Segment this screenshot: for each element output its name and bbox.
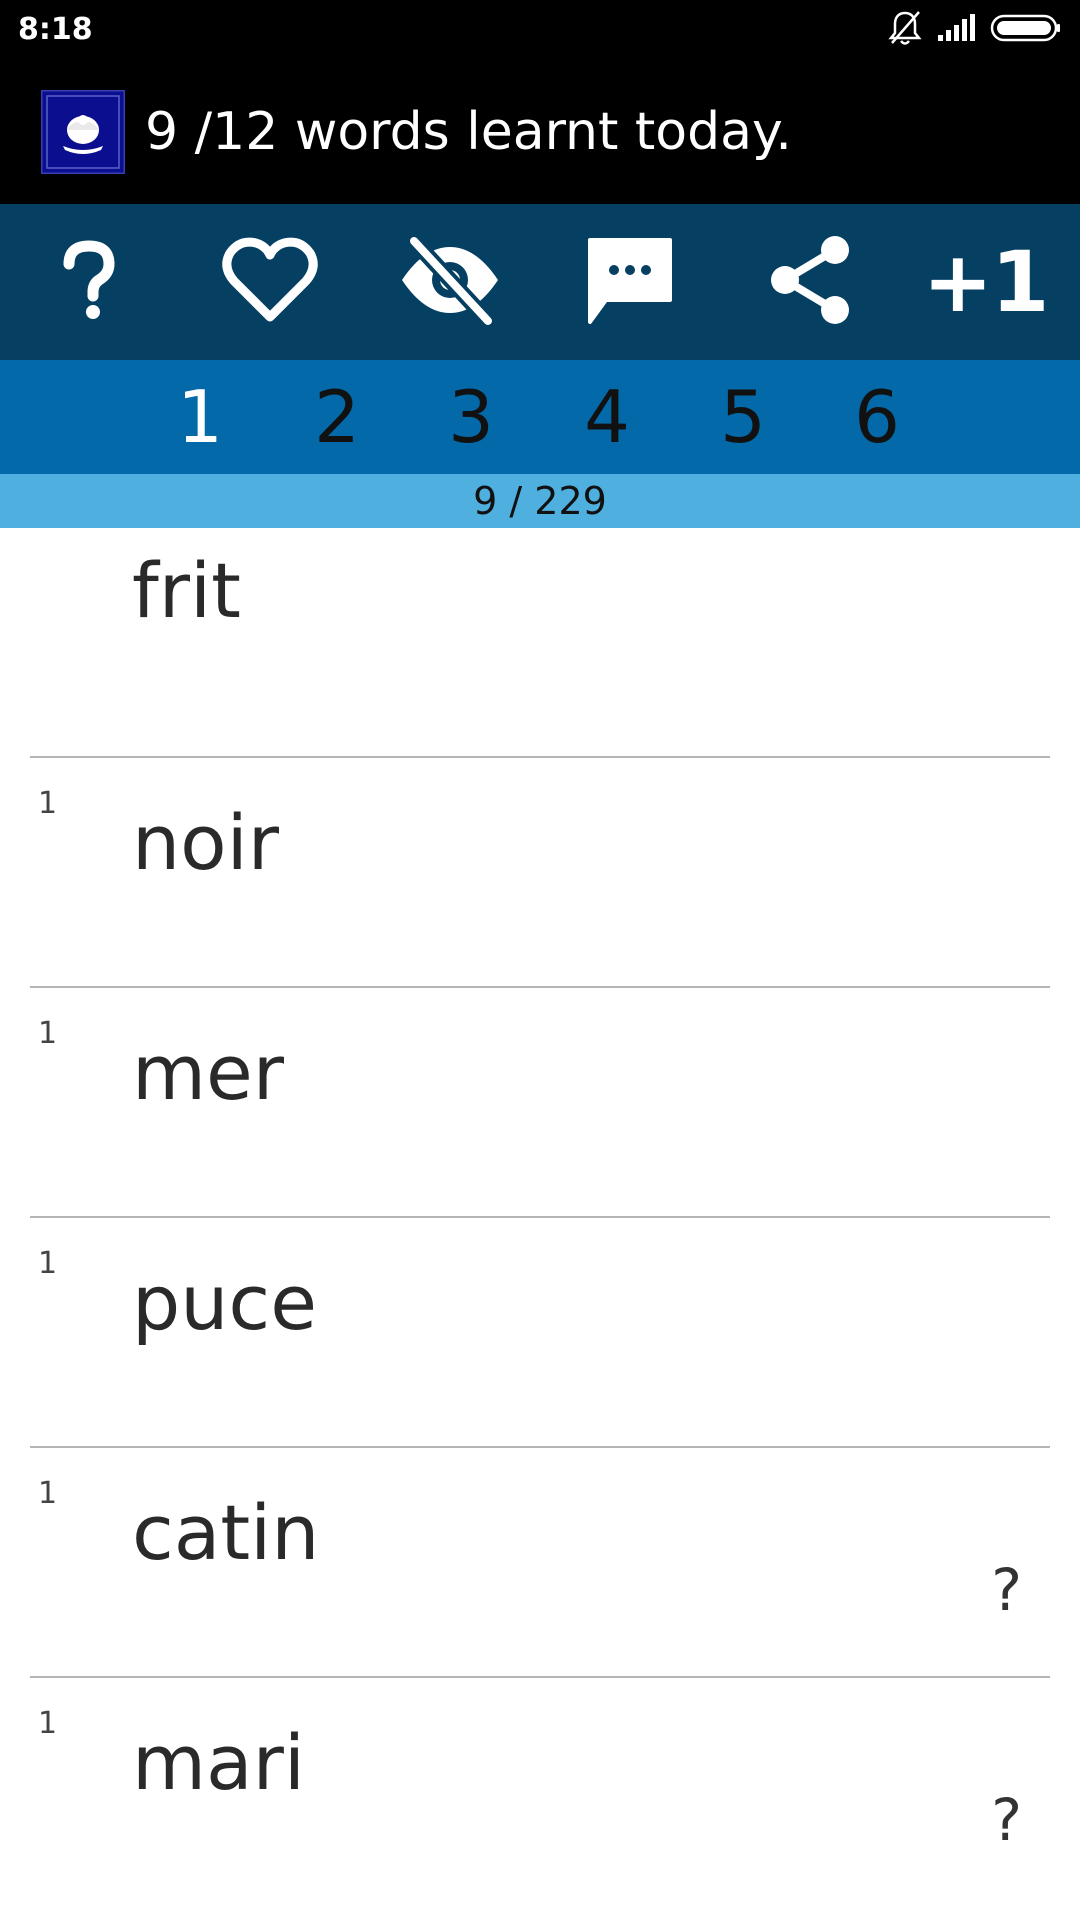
battery-icon: [990, 13, 1062, 48]
eye-off-icon: [398, 235, 502, 330]
word-help-button[interactable]: ?: [991, 1786, 1022, 1854]
progress-indicator: 9 / 229: [0, 474, 1080, 528]
help-icon: [59, 239, 119, 325]
heart-icon: [222, 237, 318, 328]
word-text: frit: [132, 546, 241, 635]
list-item[interactable]: 1 noir: [0, 758, 1080, 988]
list-item[interactable]: frit: [0, 528, 1080, 758]
bell-off-icon: [888, 9, 922, 52]
plus-one-icon: +1: [922, 233, 1050, 331]
word-list: frit 1 noir 1 mer 1 puce 1 catin ? 1 mar…: [0, 528, 1080, 1920]
level-tabs: 1 2 3 4 5 6: [0, 360, 1080, 474]
status-icons: [888, 10, 1062, 50]
word-count: 1: [38, 1706, 58, 1741]
word-count: 1: [38, 786, 58, 821]
signal-icon: [936, 13, 976, 48]
progress-text: 9 / 229: [473, 479, 607, 523]
word-text: puce: [132, 1258, 317, 1347]
help-button[interactable]: [24, 204, 154, 360]
tab-level-3[interactable]: 3: [421, 360, 521, 474]
action-toolbar: +1: [0, 204, 1080, 360]
comment-button[interactable]: [565, 204, 695, 360]
app-logo[interactable]: [39, 88, 127, 176]
list-item[interactable]: 1 puce: [0, 1218, 1080, 1448]
word-help-button[interactable]: ?: [991, 1556, 1022, 1624]
tab-level-4[interactable]: 4: [557, 360, 657, 474]
status-time: 8:18: [18, 12, 93, 47]
word-text: mari: [132, 1718, 305, 1807]
share-button[interactable]: [745, 204, 875, 360]
hide-button[interactable]: [385, 204, 515, 360]
status-bar: 8:18: [0, 0, 1080, 60]
word-count: 1: [38, 1016, 58, 1051]
page-title: 9 /12 words learnt today.: [145, 102, 792, 162]
share-icon: [767, 234, 853, 331]
word-text: mer: [132, 1028, 285, 1117]
favorite-button[interactable]: [205, 204, 335, 360]
word-count: 1: [38, 1246, 58, 1281]
app-title-bar: 9 /12 words learnt today.: [0, 60, 1080, 204]
list-item[interactable]: 1 mer: [0, 988, 1080, 1218]
list-item[interactable]: 1 mari ?: [0, 1678, 1080, 1908]
plus-one-button[interactable]: +1: [920, 204, 1050, 360]
tab-level-1[interactable]: 1: [150, 360, 250, 474]
tab-level-5[interactable]: 5: [693, 360, 793, 474]
comment-icon: [584, 234, 676, 331]
word-text: catin: [132, 1488, 320, 1577]
word-count: 1: [38, 1476, 58, 1511]
tab-level-2[interactable]: 2: [287, 360, 387, 474]
list-item[interactable]: 1 catin ?: [0, 1448, 1080, 1678]
tab-level-6[interactable]: 6: [827, 360, 927, 474]
word-text: noir: [132, 798, 280, 887]
